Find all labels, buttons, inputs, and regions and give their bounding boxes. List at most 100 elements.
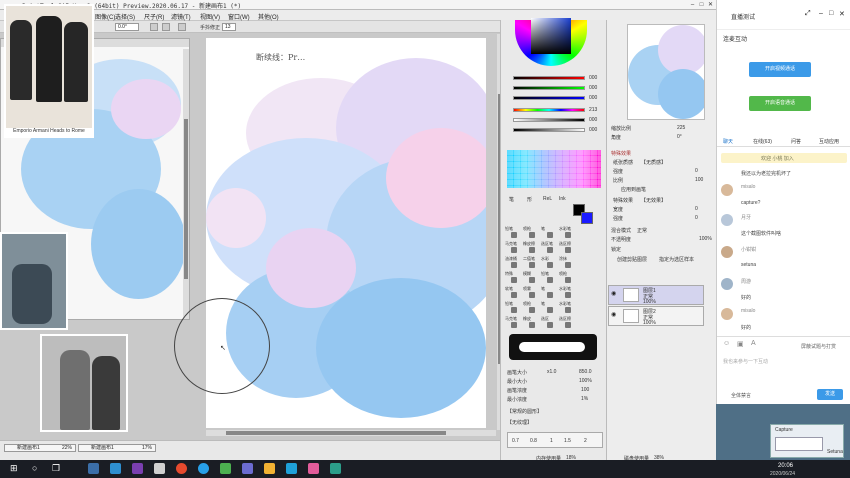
texture-scale-value[interactable]: 100	[695, 177, 703, 183]
opacity-value[interactable]: 100%	[699, 236, 712, 242]
brush-tool-icon[interactable]	[565, 277, 571, 283]
brush-texture-select[interactable]: 【无纹理】	[507, 419, 532, 426]
zoom-value[interactable]: 225	[677, 125, 685, 131]
green-slider[interactable]	[513, 86, 585, 90]
brush-tool-icon[interactable]	[565, 262, 571, 268]
app-icon[interactable]	[88, 463, 99, 474]
blue-slider[interactable]	[513, 96, 585, 100]
menu-other[interactable]: 其他(O)	[258, 12, 279, 21]
tool-button[interactable]: 笔	[541, 286, 545, 292]
flip-icon[interactable]	[150, 23, 158, 31]
image-icon[interactable]: ▣	[737, 340, 744, 348]
brush-tool-icon[interactable]	[547, 277, 553, 283]
tool-tab-rel[interactable]: ReL	[543, 196, 552, 202]
texture-strength-value[interactable]: 0	[695, 168, 698, 174]
menu-filter[interactable]: 滤镜(T)	[171, 12, 191, 21]
brush-tool-icon[interactable]	[529, 262, 535, 268]
brush-tool-icon[interactable]	[511, 262, 517, 268]
task-view-icon[interactable]: ❐	[52, 463, 60, 474]
menu-select[interactable]: 选择(S)	[115, 12, 135, 21]
brush-tool-icon[interactable]	[511, 322, 517, 328]
tool-tab-ink[interactable]: Ink	[559, 196, 566, 202]
brush-tool-icon[interactable]	[565, 292, 571, 298]
app-icon[interactable]	[330, 463, 341, 474]
tab-apps[interactable]: 互动应用	[819, 138, 839, 145]
brush-tool-icon[interactable]	[511, 277, 517, 283]
canvas-tab[interactable]: 新建画布1 22%	[4, 444, 76, 452]
brush-tool-icon[interactable]	[547, 322, 553, 328]
min-density-value[interactable]: 1%	[581, 396, 588, 402]
size-preset[interactable]: 2	[584, 438, 587, 444]
brush-tool-icon[interactable]	[529, 277, 535, 283]
apply-to-brush-checkbox[interactable]: 应用到画笔	[621, 186, 646, 193]
scrollbar-thumb[interactable]	[184, 119, 188, 279]
red-slider[interactable]	[513, 76, 585, 80]
minimize-icon[interactable]: –	[819, 10, 823, 17]
brush-tool-icon[interactable]	[511, 232, 517, 238]
secondary-color[interactable]	[581, 212, 593, 224]
brush-tool-icon[interactable]	[511, 307, 517, 313]
brush-tool-icon[interactable]	[529, 307, 535, 313]
color-wheel[interactable]	[515, 18, 587, 66]
eye-icon[interactable]: ◉	[611, 290, 616, 297]
minimize-icon[interactable]: –	[688, 1, 697, 9]
clock-time[interactable]: 20:06	[778, 463, 793, 469]
canvas-tab[interactable]: 新建画布1 17%	[78, 444, 156, 452]
app-icon[interactable]	[242, 463, 253, 474]
app-icon[interactable]	[132, 463, 143, 474]
main-canvas-hscrollbar[interactable]	[206, 430, 496, 436]
pin-icon[interactable]: ⤢	[805, 10, 811, 18]
brush-tool-icon[interactable]	[565, 307, 571, 313]
effect-strength-value[interactable]: 0	[695, 215, 698, 221]
app-icon[interactable]	[110, 463, 121, 474]
effect-width-value[interactable]: 0	[695, 206, 698, 212]
brush-tool-icon[interactable]	[529, 232, 535, 238]
rotate-icon[interactable]	[162, 23, 170, 31]
close-icon[interactable]: ✕	[839, 10, 845, 18]
app-icon[interactable]	[220, 463, 231, 474]
tool-tab-shape[interactable]: 形	[527, 196, 532, 203]
brush-tool-icon[interactable]	[565, 232, 571, 238]
layer-row[interactable]: ◉ 图层2 正常 100%	[608, 306, 704, 326]
brush-tool-icon[interactable]	[529, 292, 535, 298]
tab-online[interactable]: 在线(63)	[753, 138, 772, 145]
close-icon[interactable]: ✕	[706, 1, 715, 9]
hue-slider[interactable]	[513, 108, 585, 112]
size-preset[interactable]: 1	[550, 438, 553, 444]
brush-tool-icon[interactable]	[547, 247, 553, 253]
size-preset[interactable]: 0.7	[512, 438, 519, 444]
brush-tool-icon[interactable]	[547, 307, 553, 313]
app-icon[interactable]	[198, 463, 209, 474]
selection-source-checkbox[interactable]: 指定为选区样本	[659, 256, 694, 263]
brush-tool-icon[interactable]	[547, 292, 553, 298]
mute-all-checkbox[interactable]: 全体禁言	[731, 392, 751, 399]
brush-tool-icon[interactable]	[529, 322, 535, 328]
app-icon[interactable]	[308, 463, 319, 474]
menu-view[interactable]: 视图(V)	[200, 12, 220, 21]
stabilizer-select[interactable]: 13	[222, 23, 236, 31]
size-preset[interactable]: 0.8	[530, 438, 537, 444]
clipping-layer-checkbox[interactable]: 创建剪贴图层	[617, 256, 647, 263]
brush-tool-icon[interactable]	[529, 247, 535, 253]
special-effect-section[interactable]: 特殊效果	[611, 150, 631, 157]
menu-image[interactable]: 图像(C)	[95, 12, 115, 21]
brush-tool-icon[interactable]	[547, 232, 553, 238]
chat-input[interactable]: 我也来参与一下互动	[723, 358, 768, 365]
brush-tool-icon[interactable]	[565, 322, 571, 328]
tool-tab-pen[interactable]: 笔	[509, 196, 514, 203]
scrollbar-thumb[interactable]	[226, 431, 446, 435]
tab-chat[interactable]: 聊天	[723, 138, 733, 145]
folder-icon[interactable]	[264, 463, 275, 474]
font-icon[interactable]: A	[751, 340, 756, 347]
brush-shape-select[interactable]: 【常规的圆形】	[507, 408, 542, 415]
clock-date[interactable]: 2020/06/24	[770, 471, 795, 477]
blend-mode-select[interactable]: 正常	[637, 227, 647, 234]
video-call-button[interactable]: 开启视频通话	[749, 62, 811, 77]
app-icon[interactable]	[286, 463, 297, 474]
brush-size-value[interactable]: 850.0	[579, 369, 592, 375]
paper-texture-select[interactable]: 【无质感】	[641, 159, 666, 166]
browser-icon[interactable]	[176, 463, 187, 474]
tool-button[interactable]: 笔	[541, 226, 545, 232]
angle-value[interactable]: 0°	[677, 134, 682, 140]
navigator-preview[interactable]	[627, 24, 705, 120]
